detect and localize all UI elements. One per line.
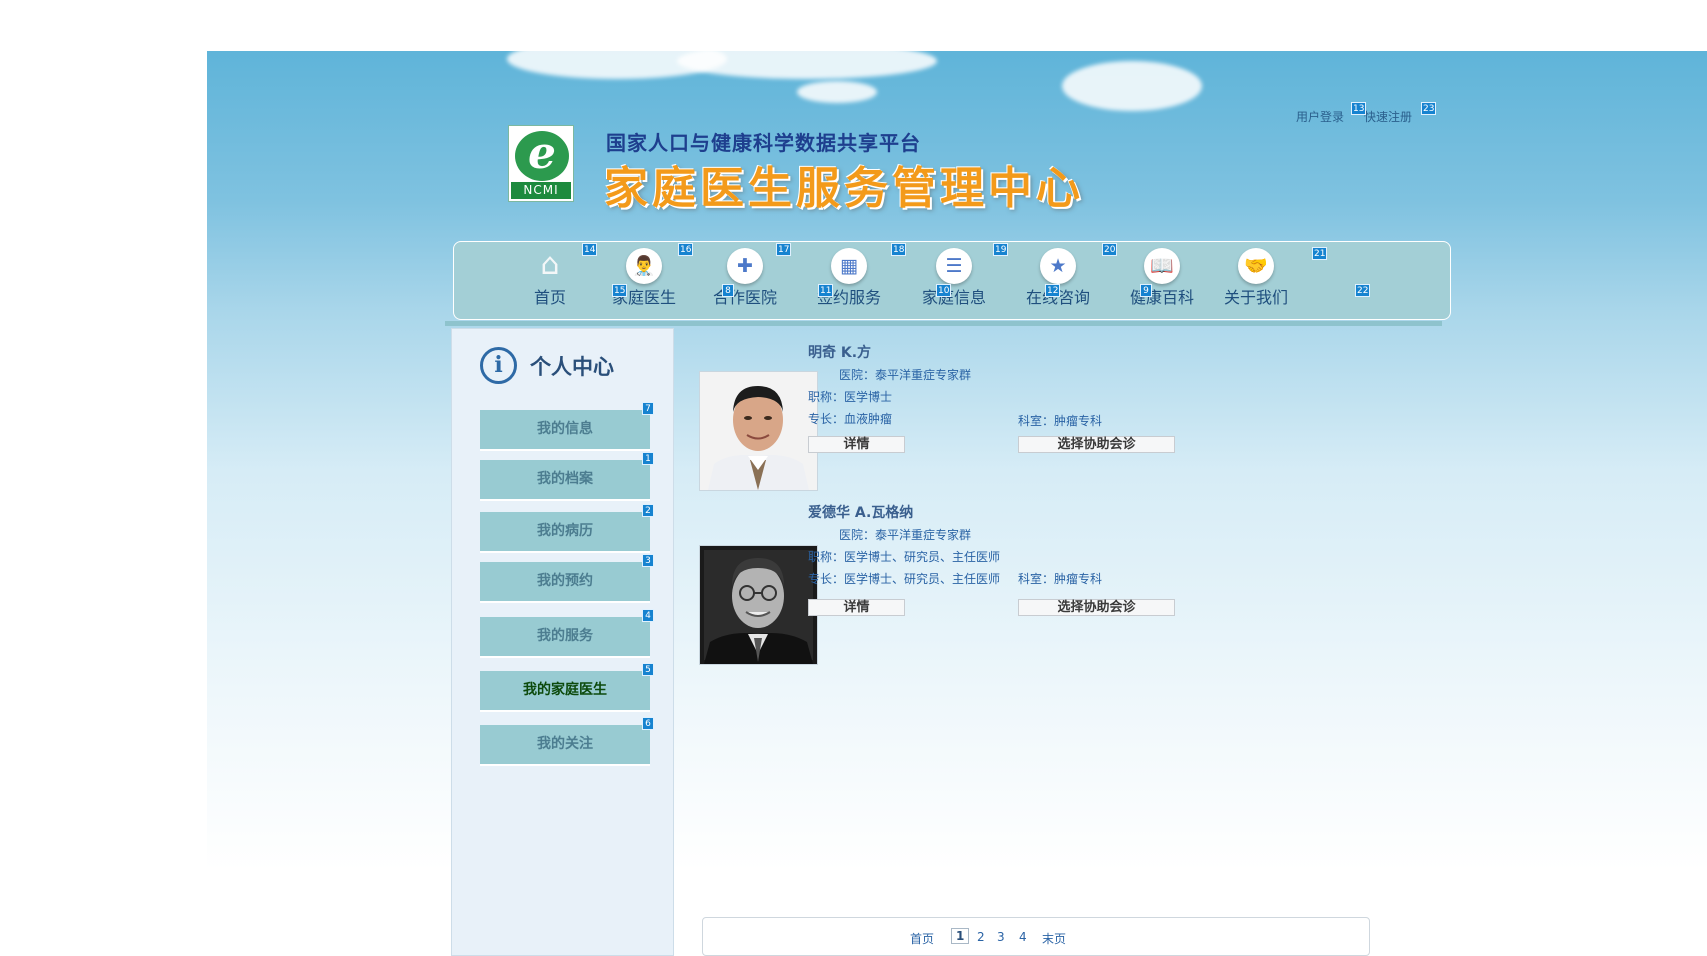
doctor-portrait-image xyxy=(700,546,817,664)
doctor-department: 科室：肿瘤专科 xyxy=(1018,414,1103,428)
doctor-name[interactable]: 明奇 K.方 xyxy=(808,342,871,362)
marker-badge: 12 xyxy=(1045,284,1061,297)
hospital-icon: ✚ xyxy=(727,248,763,284)
marker-badge: 3 xyxy=(642,554,654,567)
sidebar-item-my-archive[interactable]: 我的档案 xyxy=(480,460,650,501)
marker-badge: 17 xyxy=(776,243,792,256)
family-info-icon: ☰ xyxy=(936,248,972,284)
pager-page[interactable]: 3 xyxy=(997,930,1005,944)
nav-label: 健康百科 xyxy=(1129,288,1194,307)
cloud-decoration xyxy=(1062,61,1202,111)
ncmi-logo[interactable]: e NCMI xyxy=(508,125,574,202)
site-title: 家庭医生服务管理中心 xyxy=(604,163,1084,214)
sidebar-item-my-medical-record[interactable]: 我的病历 xyxy=(480,512,650,553)
doctor-name[interactable]: 爱德华 A.瓦格纳 xyxy=(808,502,913,522)
main-nav: ⌂ 首页 👨‍⚕ 家庭医生 ✚ 合作医院 ▦ 签约服务 ☰ 家庭信息 ★ 在线咨… xyxy=(453,241,1451,320)
marker-badge: 13 xyxy=(1351,102,1367,115)
doctor-specialty: 专长：医学博士、研究员、主任医师 xyxy=(808,572,1001,586)
doctor-specialty: 专长：血液肿瘤 xyxy=(808,412,893,426)
marker-badge: 16 xyxy=(678,243,694,256)
nav-underline xyxy=(445,321,1442,326)
info-icon: i xyxy=(480,347,517,384)
doctor-portrait-image xyxy=(700,372,817,490)
book-icon: 📖 xyxy=(1144,248,1180,284)
detail-button[interactable]: 详情 xyxy=(808,599,905,616)
logo-e-icon: e xyxy=(515,131,569,181)
cloud-decoration xyxy=(797,81,877,103)
sidebar-title: 个人中心 xyxy=(530,355,614,379)
select-consult-button[interactable]: 选择协助会诊 xyxy=(1018,436,1175,453)
marker-badge: 4 xyxy=(642,609,654,622)
marker-badge: 19 xyxy=(993,243,1009,256)
doctor-icon: 👨‍⚕ xyxy=(626,248,662,284)
calendar-icon: ▦ xyxy=(831,248,867,284)
sidebar-item-my-follow[interactable]: 我的关注 xyxy=(480,725,650,766)
login-link[interactable]: 用户登录 xyxy=(1296,108,1344,125)
pagination: 首页 1 2 3 4 末页 xyxy=(702,917,1370,956)
sidebar: i 个人中心 我的信息 7 我的档案 1 我的病历 2 我的预约 3 我的服务 … xyxy=(451,328,674,956)
doctor-hospital: 医院：泰平洋重症专家群 xyxy=(839,368,972,382)
select-consult-button[interactable]: 选择协助会诊 xyxy=(1018,599,1175,616)
nav-item-online-consult[interactable]: ★ 在线咨询 xyxy=(1018,248,1098,308)
nav-item-home[interactable]: ⌂ 首页 xyxy=(510,248,590,308)
pager-first[interactable]: 首页 xyxy=(910,930,934,947)
sidebar-item-my-appointment[interactable]: 我的预约 xyxy=(480,562,650,603)
marker-badge: 7 xyxy=(642,402,654,415)
marker-badge: 9 xyxy=(1140,284,1152,297)
doctor-photo[interactable] xyxy=(699,545,818,665)
marker-badge: 11 xyxy=(818,284,834,297)
nav-item-about-us[interactable]: 🤝 关于我们 xyxy=(1216,248,1296,308)
marker-badge: 2 xyxy=(642,504,654,517)
marker-badge: 23 xyxy=(1421,102,1437,115)
marker-badge: 6 xyxy=(642,717,654,730)
marker-badge: 1 xyxy=(642,452,654,465)
marker-badge: 15 xyxy=(612,284,628,297)
cloud-decoration xyxy=(677,43,937,79)
pager-page-current[interactable]: 1 xyxy=(951,928,970,944)
doctor-hospital: 医院：泰平洋重症专家群 xyxy=(839,528,972,542)
home-icon: ⌂ xyxy=(540,247,560,282)
marker-badge: 10 xyxy=(936,284,952,297)
nav-label: 关于我们 xyxy=(1223,288,1288,307)
nav-item-family-info[interactable]: ☰ 家庭信息 xyxy=(914,248,994,308)
logo-text: NCMI xyxy=(511,182,571,199)
pager-page[interactable]: 2 xyxy=(977,930,985,944)
consult-icon: ★ xyxy=(1040,248,1076,284)
marker-badge: 14 xyxy=(582,243,598,256)
marker-badge: 21 xyxy=(1312,247,1328,260)
doctor-title: 职称：医学博士、研究员、主任医师 xyxy=(808,550,1001,564)
nav-item-partner-hospital[interactable]: ✚ 合作医院 xyxy=(705,248,785,308)
doctor-title: 职称：医学博士 xyxy=(808,390,893,404)
doctor-list: 明奇 K.方 医院：泰平洋重症专家群 职称：医学博士 专长：血液肿瘤 科室：肿瘤… xyxy=(676,328,1396,956)
nav-label: 合作医院 xyxy=(712,288,777,307)
nav-item-health-wiki[interactable]: 📖 健康百科 xyxy=(1122,248,1202,308)
marker-badge: 22 xyxy=(1355,284,1371,297)
marker-badge: 8 xyxy=(722,284,734,297)
sidebar-item-my-family-doctor[interactable]: 我的家庭医生 xyxy=(480,671,650,712)
marker-badge: 18 xyxy=(891,243,907,256)
nav-label: 首页 xyxy=(533,288,566,307)
pager-last[interactable]: 末页 xyxy=(1042,930,1066,947)
doctor-department: 科室：肿瘤专科 xyxy=(1018,572,1103,586)
marker-badge: 5 xyxy=(642,663,654,676)
nav-item-family-doctor[interactable]: 👨‍⚕ 家庭医生 xyxy=(604,248,684,308)
register-link[interactable]: 快速注册 xyxy=(1364,108,1412,125)
marker-badge: 20 xyxy=(1102,243,1118,256)
nav-label: 家庭信息 xyxy=(921,288,986,307)
nav-item-sign-service[interactable]: ▦ 签约服务 xyxy=(809,248,889,308)
sidebar-item-my-info[interactable]: 我的信息 xyxy=(480,410,650,451)
detail-button[interactable]: 详情 xyxy=(808,436,905,453)
doctor-photo[interactable] xyxy=(699,371,818,491)
sidebar-item-my-service[interactable]: 我的服务 xyxy=(480,617,650,658)
pager-page[interactable]: 4 xyxy=(1019,930,1027,944)
handshake-icon: 🤝 xyxy=(1238,248,1274,284)
